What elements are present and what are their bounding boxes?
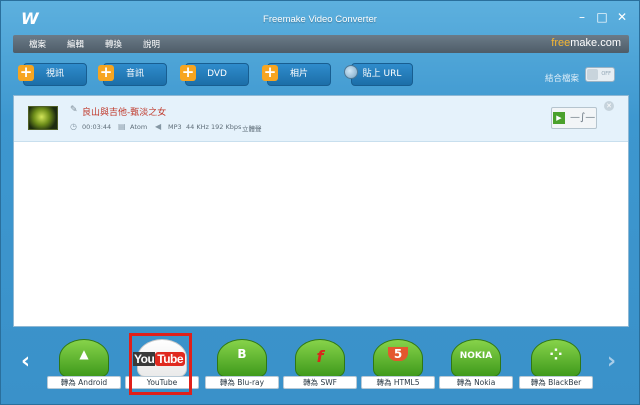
speaker-icon: ◀: [155, 122, 162, 131]
waveform-icon: —∫—: [570, 112, 596, 123]
menu-convert[interactable]: 轉換: [105, 38, 122, 50]
join-files-label: 結合檔案: [545, 74, 580, 84]
output-preview[interactable]: ▶ —∫—: [551, 107, 597, 129]
converter-bar: ‹ ▲ 轉為 Android You Tube YouTube B 轉為 Blu-…: [1, 333, 639, 405]
convert-bluray-button[interactable]: B 轉為 Blu-ray: [205, 339, 279, 393]
flash-icon: f: [316, 347, 324, 366]
file-list: ✎ 良山與吉他-甄淡之女 ◷ 00:03:44 ▤ Atom ◀ MP3 44 …: [13, 95, 629, 327]
convert-nokia-label: 轉為 Nokia: [439, 376, 513, 389]
menu-help[interactable]: 說明: [143, 38, 160, 50]
nokia-icon: NOKIA: [459, 351, 493, 361]
file-duration: 00:03:44: [82, 123, 112, 131]
file-row[interactable]: ✎ 良山與吉他-甄淡之女 ◷ 00:03:44 ▤ Atom ◀ MP3 44 …: [14, 96, 628, 142]
audio-frequency: 44 KHz: [186, 123, 209, 131]
convert-bluray-label: 轉為 Blu-ray: [205, 376, 279, 389]
add-photo-label: 相片: [289, 69, 308, 79]
toolbar: 視訊 + 音訊 + DVD + 相片 + 貼上 URL 結合檔案 OFF: [1, 59, 639, 89]
convert-youtube-label: YouTube: [125, 376, 199, 389]
brand-link[interactable]: freemake.com: [551, 37, 621, 49]
plus-icon: +: [262, 63, 278, 81]
plus-icon: +: [98, 63, 114, 81]
menu-edit[interactable]: 編輯: [67, 38, 84, 50]
menu-file[interactable]: 檔案: [29, 38, 46, 50]
minimize-icon[interactable]: –: [575, 11, 589, 23]
video-codec: Atom: [130, 123, 148, 131]
convert-html5-button[interactable]: 5 轉為 HTML5: [361, 339, 435, 393]
convert-blackberry-button[interactable]: ⁘ 轉為 BlackBer: [519, 339, 593, 393]
convert-blackberry-label: 轉為 BlackBer: [519, 376, 593, 389]
scroll-left-icon[interactable]: ‹: [21, 349, 30, 374]
toggle-state: OFF: [601, 71, 611, 77]
app-window: W Freemake Video Converter – □ ✕ 檔案 編輯 轉…: [0, 0, 640, 405]
add-dvd-label: DVD: [207, 69, 227, 79]
blackberry-icon: ⁘: [549, 345, 563, 364]
audio-bitrate: 192 Kbps: [211, 123, 242, 131]
bluray-icon: B: [237, 347, 247, 361]
add-audio-label: 音訊: [125, 69, 144, 79]
pencil-icon[interactable]: ✎: [70, 105, 78, 115]
close-icon[interactable]: ✕: [615, 11, 629, 23]
youtube-icon: You Tube: [133, 352, 186, 366]
audio-codec: MP3: [168, 123, 182, 131]
scroll-right-icon[interactable]: ›: [607, 349, 616, 374]
html5-icon: 5: [388, 347, 408, 361]
android-icon: ▲: [79, 347, 89, 361]
titlebar: W Freemake Video Converter – □ ✕: [1, 1, 639, 35]
add-video-label: 視訊: [45, 69, 64, 79]
plus-icon: +: [18, 63, 34, 81]
join-files-toggle[interactable]: OFF: [585, 67, 615, 82]
maximize-icon[interactable]: □: [595, 11, 609, 23]
globe-icon: [344, 65, 358, 79]
paste-url-button[interactable]: 貼上 URL: [351, 63, 413, 86]
audio-channels: 立體聲: [242, 125, 262, 133]
clock-icon: ◷: [70, 122, 77, 131]
file-title[interactable]: 良山與吉他-甄淡之女: [82, 105, 166, 118]
menu-bar: 檔案 編輯 轉換 說明 freemake.com: [13, 35, 629, 53]
remove-file-icon[interactable]: ✕: [604, 101, 614, 111]
convert-swf-label: 轉為 SWF: [283, 376, 357, 389]
convert-youtube-button[interactable]: You Tube YouTube: [125, 339, 199, 393]
convert-swf-button[interactable]: f 轉為 SWF: [283, 339, 357, 393]
convert-html5-label: 轉為 HTML5: [361, 376, 435, 389]
convert-android-button[interactable]: ▲ 轉為 Android: [47, 339, 121, 393]
paste-url-label: 貼上 URL: [362, 69, 402, 79]
convert-nokia-button[interactable]: NOKIA 轉為 Nokia: [439, 339, 513, 393]
convert-android-label: 轉為 Android: [47, 376, 121, 389]
window-title: Freemake Video Converter: [263, 14, 377, 25]
file-thumbnail: [28, 106, 58, 130]
play-icon[interactable]: ▶: [553, 112, 565, 124]
toggle-knob: [587, 69, 598, 80]
plus-icon: +: [180, 63, 196, 81]
film-icon: ▤: [118, 122, 126, 131]
